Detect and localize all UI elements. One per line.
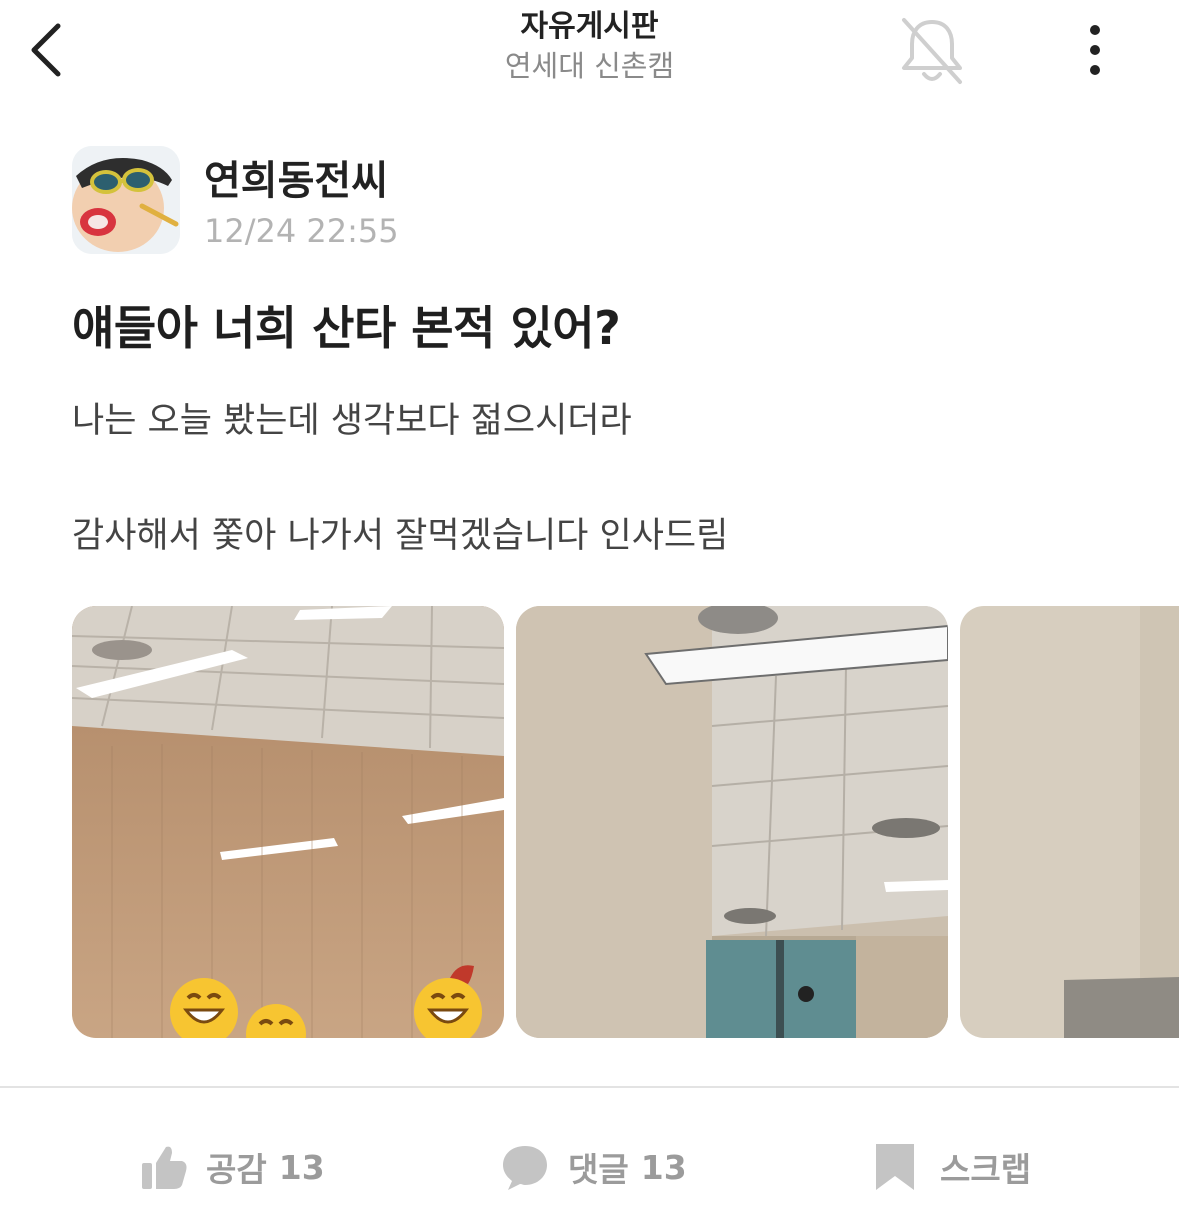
post-body-line: 감사해서 쫓아 나가서 잘먹겠습니다 인사드림 — [72, 516, 729, 556]
post-image-carousel[interactable] — [0, 606, 1179, 1038]
divider — [0, 1086, 1179, 1088]
wall-photo — [960, 606, 1179, 1038]
comment-bubble-icon — [503, 1146, 547, 1190]
post-timestamp: 12/24 22:55 — [204, 212, 399, 250]
comment-label: 댓글 — [568, 1150, 629, 1189]
like-button[interactable]: 공감 13 — [140, 1132, 325, 1202]
post-title: 얘들아 너희 산타 본적 있어? — [72, 301, 621, 355]
campus-subtitle: 연세대 신촌캠 — [504, 49, 675, 83]
scrap-label: 스크랩 — [940, 1150, 1032, 1189]
post-photo-2[interactable] — [516, 606, 948, 1038]
avatar-cartoon-image — [72, 146, 180, 254]
ceiling-pillar-photo — [516, 606, 948, 1038]
notification-toggle-button[interactable] — [894, 12, 970, 88]
thumbs-up-icon — [142, 1146, 187, 1189]
like-count: 13 — [278, 1147, 325, 1187]
post-photo-3[interactable] — [960, 606, 1179, 1038]
more-options-button[interactable] — [1072, 20, 1118, 80]
bell-off-icon — [902, 18, 962, 84]
board-title: 자유게시판 — [520, 9, 659, 44]
comment-button[interactable]: 댓글 13 — [500, 1132, 687, 1202]
author-name: 연희동전씨 — [204, 158, 388, 204]
header-titles: 자유게시판 연세대 신촌캠 — [0, 8, 1179, 86]
comment-count: 13 — [640, 1147, 687, 1187]
like-label: 공감 — [206, 1150, 267, 1189]
more-vertical-icon — [1090, 25, 1100, 75]
post-photo-1[interactable] — [72, 606, 504, 1038]
back-button[interactable] — [22, 18, 78, 82]
post-body-line: 나는 오늘 봤는데 생각보다 젊으시더라 — [72, 401, 632, 441]
author-avatar[interactable] — [72, 146, 180, 254]
back-arrow-icon — [31, 23, 61, 77]
bookmark-icon — [876, 1144, 914, 1190]
top-bar: 자유게시판 연세대 신촌캠 — [0, 0, 1179, 110]
scrap-button[interactable]: 스크랩 — [872, 1132, 1031, 1202]
ceiling-wood-wall-photo — [72, 606, 504, 1038]
